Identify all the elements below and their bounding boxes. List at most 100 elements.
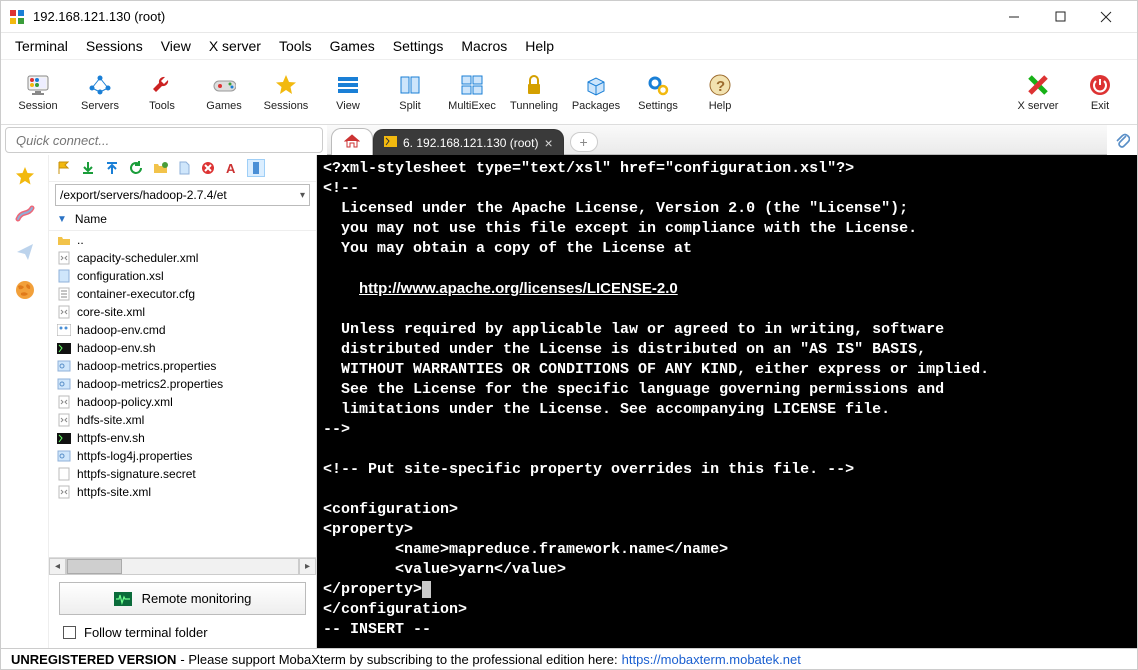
delete-icon[interactable] bbox=[199, 159, 217, 177]
font-icon[interactable]: A bbox=[223, 159, 241, 177]
file-name: hadoop-env.cmd bbox=[77, 323, 166, 337]
follow-terminal-row[interactable]: Follow terminal folder bbox=[49, 621, 316, 648]
file-name: httpfs-signature.secret bbox=[77, 467, 196, 481]
file-list-header[interactable]: ▼ Name bbox=[49, 208, 316, 231]
file-row[interactable]: .. bbox=[49, 231, 316, 249]
horizontal-scrollbar[interactable]: ◂ ▸ bbox=[49, 557, 316, 574]
quick-connect-input[interactable] bbox=[5, 127, 323, 153]
terminal-icon bbox=[384, 136, 397, 150]
menu-help[interactable]: Help bbox=[525, 38, 554, 54]
file-type-icon bbox=[57, 287, 71, 301]
close-button[interactable] bbox=[1083, 1, 1129, 33]
scroll-right-icon[interactable]: ▸ bbox=[299, 558, 316, 575]
file-row[interactable]: hadoop-metrics.properties bbox=[49, 357, 316, 375]
file-row[interactable]: hadoop-metrics2.properties bbox=[49, 375, 316, 393]
remote-monitoring-label: Remote monitoring bbox=[142, 591, 252, 606]
file-type-icon bbox=[57, 305, 71, 319]
upload-icon[interactable] bbox=[103, 159, 121, 177]
status-unregistered: UNREGISTERED VERSION bbox=[11, 652, 176, 667]
toolbar-packages[interactable]: Packages bbox=[565, 64, 627, 120]
column-name: Name bbox=[75, 212, 107, 226]
menu-macros[interactable]: Macros bbox=[461, 38, 507, 54]
status-link[interactable]: https://mobaxterm.mobatek.net bbox=[622, 652, 801, 667]
send-icon[interactable] bbox=[14, 241, 36, 263]
column-icon[interactable] bbox=[247, 159, 265, 177]
toolbar-tools[interactable]: Tools bbox=[131, 64, 193, 120]
menu-view[interactable]: View bbox=[161, 38, 191, 54]
file-type-icon bbox=[57, 323, 71, 337]
toolbar-x-server[interactable]: X server bbox=[1007, 64, 1069, 120]
new-folder-icon[interactable] bbox=[151, 159, 169, 177]
toolbar-sessions[interactable]: Sessions bbox=[255, 64, 317, 120]
question-icon: ? bbox=[708, 73, 732, 97]
file-row[interactable]: hadoop-policy.xml bbox=[49, 393, 316, 411]
scroll-track[interactable] bbox=[66, 558, 299, 575]
toolbar-tunneling[interactable]: Tunneling bbox=[503, 64, 565, 120]
minimize-button[interactable] bbox=[991, 1, 1037, 33]
file-row[interactable]: httpfs-env.sh bbox=[49, 429, 316, 447]
file-list[interactable]: .. capacity-scheduler.xml configuration.xs… bbox=[49, 231, 316, 557]
monitor-wave-icon bbox=[114, 592, 132, 606]
follow-checkbox[interactable] bbox=[63, 626, 76, 639]
toolbar-label: Sessions bbox=[264, 100, 309, 112]
file-row[interactable]: capacity-scheduler.xml bbox=[49, 249, 316, 267]
sort-caret-icon: ▼ bbox=[57, 214, 67, 225]
toolbar-multiexec[interactable]: MultiExec bbox=[441, 64, 503, 120]
toolbar-split[interactable]: Split bbox=[379, 64, 441, 120]
box-icon bbox=[584, 73, 608, 97]
menu-tools[interactable]: Tools bbox=[279, 38, 312, 54]
file-row[interactable]: hadoop-env.sh bbox=[49, 339, 316, 357]
gamepad-icon bbox=[212, 73, 236, 97]
toolbar-view[interactable]: View bbox=[317, 64, 379, 120]
favorites-icon[interactable] bbox=[14, 165, 36, 187]
path-input[interactable]: /export/servers/hadoop-2.7.4/et ▾ bbox=[55, 184, 310, 206]
file-name: configuration.xsl bbox=[77, 269, 164, 283]
terminal-pane[interactable]: <?xml-stylesheet type="text/xsl" href="c… bbox=[317, 155, 1137, 648]
main-body: A /export/servers/hadoop-2.7.4/et ▾ ▼ Na… bbox=[1, 155, 1137, 648]
tools-rail-icon[interactable] bbox=[14, 203, 36, 225]
refresh-icon[interactable] bbox=[127, 159, 145, 177]
toolbar-settings[interactable]: Settings bbox=[627, 64, 689, 120]
file-name: hadoop-metrics2.properties bbox=[77, 377, 223, 391]
scroll-left-icon[interactable]: ◂ bbox=[49, 558, 66, 575]
toolbar-servers[interactable]: Servers bbox=[69, 64, 131, 120]
monitor-icon bbox=[26, 73, 50, 97]
globe-icon[interactable] bbox=[14, 279, 36, 301]
toolbar-session[interactable]: Session bbox=[7, 64, 69, 120]
file-row[interactable]: core-site.xml bbox=[49, 303, 316, 321]
attach-button[interactable] bbox=[1107, 125, 1137, 155]
file-row[interactable]: httpfs-site.xml bbox=[49, 483, 316, 501]
menu-x-server[interactable]: X server bbox=[209, 38, 261, 54]
file-type-icon bbox=[57, 413, 71, 427]
new-tab-button[interactable]: + bbox=[570, 132, 598, 152]
home-tab[interactable] bbox=[331, 128, 373, 155]
toolbar-help[interactable]: ?Help bbox=[689, 64, 751, 120]
dropdown-caret-icon[interactable]: ▾ bbox=[300, 190, 305, 201]
gears-icon bbox=[646, 73, 670, 97]
file-row[interactable]: hadoop-env.cmd bbox=[49, 321, 316, 339]
tab-close-icon[interactable]: × bbox=[544, 135, 552, 151]
menu-settings[interactable]: Settings bbox=[393, 38, 444, 54]
file-row[interactable]: container-executor.cfg bbox=[49, 285, 316, 303]
toolbar-games[interactable]: Games bbox=[193, 64, 255, 120]
tab-label: 6. 192.168.121.130 (root) bbox=[403, 136, 538, 150]
remote-monitoring-button[interactable]: Remote monitoring bbox=[59, 582, 306, 615]
file-name: hadoop-policy.xml bbox=[77, 395, 173, 409]
session-tab[interactable]: 6. 192.168.121.130 (root) × bbox=[373, 129, 564, 155]
file-row[interactable]: httpfs-signature.secret bbox=[49, 465, 316, 483]
lock-icon bbox=[522, 73, 546, 97]
download-icon[interactable] bbox=[79, 159, 97, 177]
toolbar-exit[interactable]: Exit bbox=[1069, 64, 1131, 120]
menu-games[interactable]: Games bbox=[330, 38, 375, 54]
new-file-icon[interactable] bbox=[175, 159, 193, 177]
scroll-thumb[interactable] bbox=[67, 559, 122, 574]
file-row[interactable]: configuration.xsl bbox=[49, 267, 316, 285]
menu-terminal[interactable]: Terminal bbox=[15, 38, 68, 54]
maximize-button[interactable] bbox=[1037, 1, 1083, 33]
file-row[interactable]: httpfs-log4j.properties bbox=[49, 447, 316, 465]
file-name: capacity-scheduler.xml bbox=[77, 251, 198, 265]
menu-sessions[interactable]: Sessions bbox=[86, 38, 143, 54]
flag-icon[interactable] bbox=[55, 159, 73, 177]
file-row[interactable]: hdfs-site.xml bbox=[49, 411, 316, 429]
toolbar-label: MultiExec bbox=[448, 100, 496, 112]
